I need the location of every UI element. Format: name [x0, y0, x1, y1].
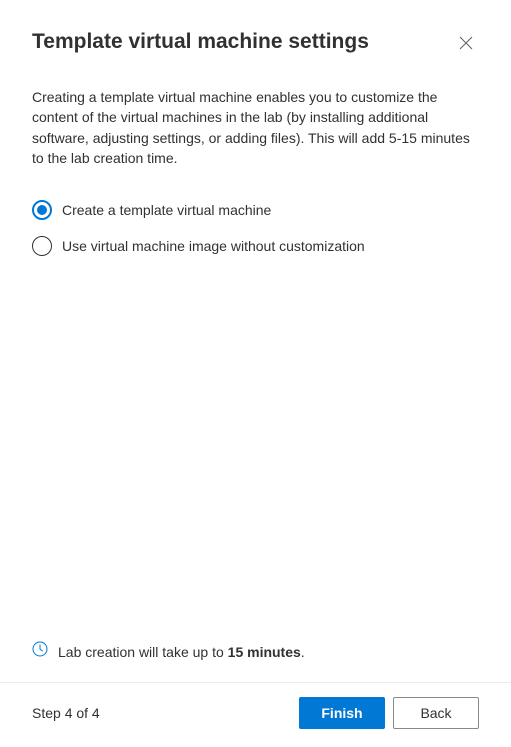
info-text: Lab creation will take up to 15 minutes.	[58, 644, 305, 660]
dialog-header: Template virtual machine settings	[0, 0, 511, 75]
radio-indicator-selected	[32, 200, 52, 220]
step-indicator: Step 4 of 4	[32, 705, 100, 721]
description-text: Creating a template virtual machine enab…	[32, 87, 479, 168]
back-button[interactable]: Back	[393, 697, 479, 729]
radio-indicator-unselected	[32, 236, 52, 256]
radio-label: Create a template virtual machine	[62, 202, 271, 218]
dialog-title: Template virtual machine settings	[32, 28, 369, 55]
info-suffix: .	[301, 644, 305, 660]
radio-use-image[interactable]: Use virtual machine image without custom…	[32, 236, 479, 256]
template-option-group: Create a template virtual machine Use vi…	[32, 200, 479, 256]
finish-button[interactable]: Finish	[299, 697, 385, 729]
clock-icon	[32, 641, 48, 662]
info-duration: 15 minutes	[228, 644, 301, 660]
radio-label: Use virtual machine image without custom…	[62, 238, 365, 254]
info-row: Lab creation will take up to 15 minutes.	[0, 641, 511, 682]
footer-buttons: Finish Back	[299, 697, 479, 729]
info-prefix: Lab creation will take up to	[58, 644, 228, 660]
close-button[interactable]	[453, 30, 479, 59]
close-icon	[459, 36, 473, 53]
dialog-footer: Step 4 of 4 Finish Back	[0, 683, 511, 747]
radio-create-template[interactable]: Create a template virtual machine	[32, 200, 479, 220]
dialog-content: Creating a template virtual machine enab…	[0, 75, 511, 641]
